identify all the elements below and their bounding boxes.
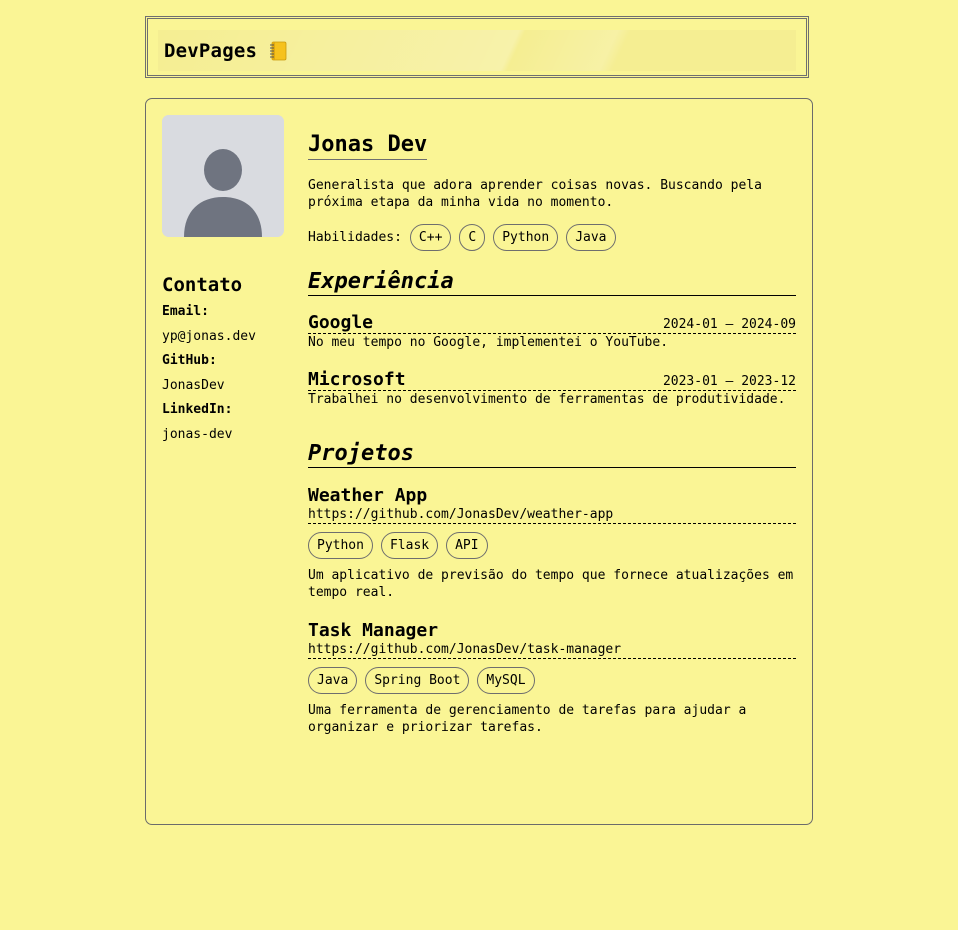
profile-name: Jonas Dev: [308, 131, 428, 160]
brand-logo-text[interactable]: DevPages: [164, 40, 257, 62]
project-tag: API: [446, 532, 488, 559]
email-label: Email:: [162, 304, 209, 319]
project-link[interactable]: https://github.com/JonasDev/task-manager: [308, 642, 796, 659]
github-label: GitHub:: [162, 353, 217, 368]
site-header: DevPages: [145, 16, 809, 78]
skill-pill: Python: [493, 224, 559, 251]
skills-row: Habilidades: C++ C Python Java: [308, 224, 796, 251]
skill-pill: C: [459, 224, 486, 251]
experience-dates: 2023-01 – 2023-12: [662, 374, 796, 389]
project-link[interactable]: https://github.com/JonasDev/weather-app: [308, 507, 796, 524]
project-tag: Spring Boot: [365, 667, 470, 694]
skill-pill: Java: [566, 224, 616, 251]
projects-title: Projetos: [308, 441, 796, 468]
experience-item: Google 2024-01 – 2024-09 No meu tempo no…: [308, 313, 796, 351]
project-name: Weather App: [308, 485, 428, 506]
experience-header: Microsoft 2023-01 – 2023-12: [308, 370, 796, 391]
project-item: Task Manager https://github.com/JonasDev…: [308, 620, 796, 736]
experience-description: Trabalhei no desenvolvimento de ferramen…: [308, 392, 786, 407]
github-value[interactable]: JonasDev: [162, 376, 286, 395]
project-tag: Python: [308, 532, 373, 559]
notebook-icon: [269, 41, 287, 61]
linkedin-label: LinkedIn:: [162, 402, 233, 417]
project-item: Weather App https://github.com/JonasDev/…: [308, 485, 796, 601]
profile-bio: Generalista que adora aprender coisas no…: [308, 178, 762, 210]
experience-description: No meu tempo no Google, implementei o Yo…: [308, 335, 669, 350]
project-tag: Java: [308, 667, 358, 694]
project-tags: Java Spring Boot MySQL: [308, 667, 796, 694]
skills-label: Habilidades:: [308, 230, 402, 245]
project-description: Uma ferramenta de gerenciamento de taref…: [308, 703, 747, 735]
user-avatar-placeholder-icon: [162, 115, 284, 237]
project-tag: Flask: [380, 532, 439, 559]
header-bar: DevPages: [158, 30, 796, 71]
experience-company: Google: [308, 312, 374, 333]
skill-pill: C++: [409, 224, 452, 251]
sidebar: Contato Email: yp@jonas.dev GitHub: Jona…: [162, 115, 286, 444]
experience-company: Microsoft: [308, 369, 406, 390]
contact-title: Contato: [162, 274, 243, 296]
avatar: [162, 115, 284, 237]
project-tags: Python Flask API: [308, 532, 796, 559]
project-tag: MySQL: [477, 667, 535, 694]
project-name: Task Manager: [308, 620, 439, 641]
experience-dates: 2024-01 – 2024-09: [662, 317, 796, 332]
profile-card: Contato Email: yp@jonas.dev GitHub: Jona…: [145, 98, 813, 825]
linkedin-value[interactable]: jonas-dev: [162, 425, 286, 444]
experience-header: Google 2024-01 – 2024-09: [308, 313, 796, 334]
email-value[interactable]: yp@jonas.dev: [162, 327, 286, 346]
project-description: Um aplicativo de previsão do tempo que f…: [308, 568, 794, 600]
experience-title: Experiência: [308, 269, 796, 296]
experience-item: Microsoft 2023-01 – 2023-12 Trabalhei no…: [308, 370, 796, 408]
main-content: Jonas Dev Generalista que adora aprender…: [308, 131, 796, 736]
